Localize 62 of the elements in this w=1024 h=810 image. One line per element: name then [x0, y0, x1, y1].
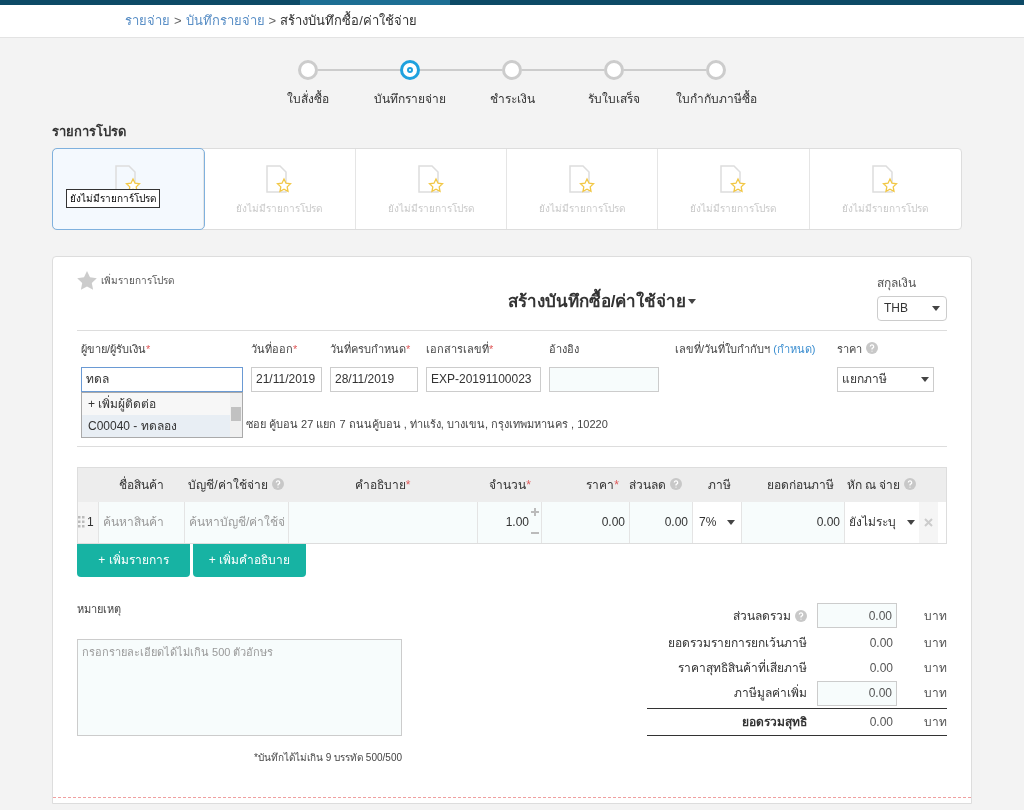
- unit-label: บาท: [923, 607, 947, 625]
- unit-label: บาท: [923, 660, 947, 677]
- step-label: ใบกำกับภาษีซื้อ: [674, 90, 758, 108]
- column-header: ภาษี: [708, 476, 731, 494]
- step-label: บันทึกรายจ่าย: [373, 91, 447, 108]
- total-label: ภาษีมูลค่าเพิ่ม: [734, 684, 807, 702]
- breadcrumb-current: สร้างบันทึกซื้อ/ค่าใช้จ่าย: [280, 11, 417, 31]
- input-field[interactable]: EXP-20191100023: [426, 366, 541, 392]
- input-field[interactable]: 0.00: [741, 501, 844, 543]
- column-header: ส่วนลด: [629, 475, 682, 494]
- step-label: รับใบเสร็จ: [587, 90, 641, 108]
- total-value: 0.00: [868, 713, 894, 731]
- step-label: ใบสั่งซื้อ: [286, 90, 330, 108]
- currency-select[interactable]: THB: [877, 295, 947, 321]
- hint-text: *บันทึกได้ไม่เกิน 9 บรรทัด 500/500: [254, 752, 402, 763]
- breadcrumb-separator: >: [268, 12, 277, 31]
- field-label: ผู้ขาย/ผู้รับเงิน*: [81, 341, 151, 358]
- input-field[interactable]: 28/11/2019: [330, 366, 418, 392]
- column-header: จำนวน*: [489, 476, 531, 494]
- total-label: ส่วนลดรวม: [733, 607, 791, 625]
- field-label: วันที่ครบกำหนด*: [330, 340, 411, 357]
- breadcrumb-link[interactable]: รายจ่าย: [125, 11, 170, 31]
- total-label: ยอดรวมสุทธิ: [742, 713, 807, 731]
- unit-label: บาท: [923, 713, 947, 731]
- field-label: อ้างอิง: [549, 341, 579, 357]
- breadcrumb-separator: >: [174, 12, 182, 31]
- field-label: วันที่ออก*: [251, 340, 298, 357]
- unit-label: บาท: [923, 635, 947, 652]
- total-value: 0.00: [868, 635, 894, 652]
- input-field[interactable]: 1.00: [477, 501, 541, 543]
- total-label: ยอดรวมรายการยกเว้นภาษี: [668, 635, 807, 652]
- row-number: 1: [87, 514, 94, 531]
- field-label: เลขที่/วันที่ใบกำกับฯ (กำหนด): [675, 340, 816, 357]
- column-header: ยอดก่อนภาษี: [767, 476, 834, 494]
- total-value: 0.00: [868, 660, 894, 677]
- input-field[interactable]: 0.00: [629, 501, 692, 543]
- input-field[interactable]: 21/11/2019: [251, 366, 322, 392]
- suggestion-item[interactable]: + เพิ่มผู้ติดต่อ: [82, 392, 230, 415]
- unit-label: บาท: [923, 685, 947, 702]
- input-field[interactable]: 0.00: [541, 501, 629, 543]
- amount-field[interactable]: 0.00: [817, 603, 897, 628]
- field-label: ราคา: [837, 340, 878, 359]
- column-header: คำอธิบาย*: [354, 476, 411, 494]
- amount-field[interactable]: 0.00: [817, 680, 897, 706]
- notes-field[interactable]: กรอกรายละเอียดได้ไม่เกิน 500 ตัวอักษร: [77, 639, 402, 736]
- section-title: รายการโปรด: [52, 123, 127, 141]
- form-title: สร้างบันทึกซื้อ/ค่าใช้จ่าย: [507, 288, 687, 314]
- suggestion-item[interactable]: C00040 - ทดลอง: [82, 414, 230, 437]
- price-select[interactable]: แยกภาษี: [837, 366, 934, 392]
- field-label: หมายเหตุ: [77, 601, 122, 617]
- column-header: ชื่อสินค้า: [118, 475, 164, 494]
- column-header: ราคา*: [586, 476, 619, 494]
- column-header: หัก ณ จ่าย: [846, 475, 917, 494]
- field-label: สกุลเงิน: [877, 274, 917, 292]
- total-label: ราคาสุทธิสินค้าที่เสียภาษี: [678, 659, 807, 677]
- add-favorite-link[interactable]: เพิ่มรายการโปรด: [101, 272, 174, 288]
- step-label: ชำระเงิน: [488, 91, 536, 108]
- breadcrumb-link[interactable]: บันทึกรายจ่าย: [185, 11, 265, 31]
- column-header: บัญชี/ค่าใช้จ่าย: [188, 475, 284, 494]
- input-field[interactable]: ทดล: [81, 366, 243, 392]
- field-label: เอกสารเลขที่*: [426, 340, 494, 357]
- address-text: ซอย คู้บอน 27 แยก 7 ถนนคู้บอน , ท่าแร้ง, บางเขน, กรุงเทพมหานคร , 10220: [246, 417, 608, 430]
